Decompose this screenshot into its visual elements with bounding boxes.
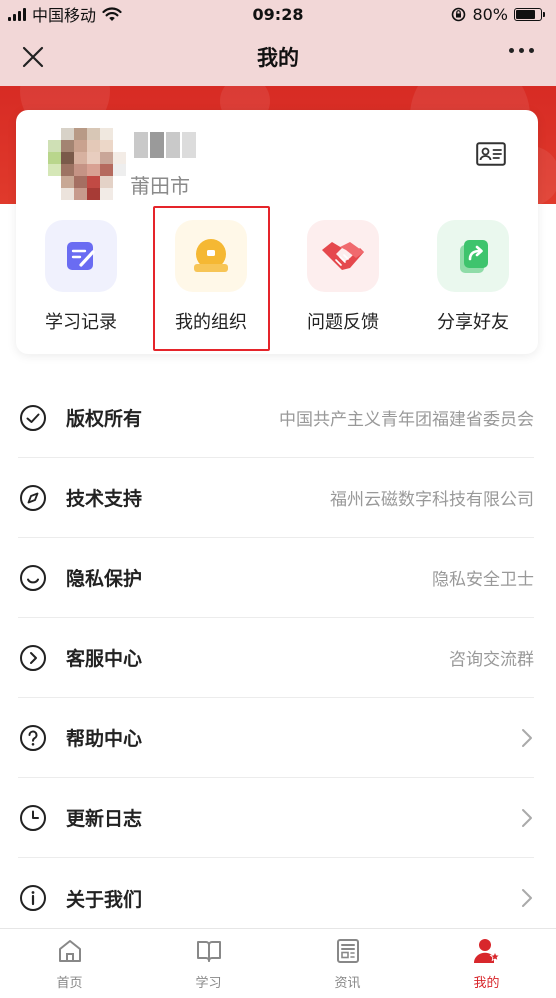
avatar[interactable] bbox=[48, 128, 126, 200]
wifi-icon bbox=[102, 6, 122, 21]
info-circle-icon bbox=[20, 885, 46, 911]
menu-label: 版权所有 bbox=[66, 408, 143, 430]
menu-value: 隐私安全卫士 bbox=[432, 570, 534, 590]
carrier-label: 中国移动 bbox=[32, 6, 97, 25]
book-icon bbox=[196, 941, 221, 962]
tab-me[interactable]: 我的 bbox=[417, 929, 556, 998]
menu-label: 隐私保护 bbox=[66, 568, 143, 590]
compass-icon bbox=[20, 484, 46, 511]
tab-label: 资讯 bbox=[334, 976, 361, 991]
menu-list: 版权所有 中国共产主义青年团福建省委员会 技术支持 福州云磁数字科技有限公司 隐… bbox=[0, 378, 556, 938]
tab-label: 我的 bbox=[473, 976, 500, 991]
share-icon bbox=[437, 220, 509, 292]
chevron-right-icon bbox=[522, 808, 532, 827]
check-circle-icon bbox=[20, 404, 46, 431]
menu-row-about-us[interactable]: 关于我们 bbox=[18, 858, 534, 938]
menu-label: 更新日志 bbox=[66, 808, 143, 830]
menu-label: 关于我们 bbox=[66, 888, 143, 911]
chevron-right-icon bbox=[522, 889, 532, 907]
tab-label: 首页 bbox=[56, 976, 83, 991]
status-bar: 中国移动 09:28 80% bbox=[0, 0, 556, 28]
arrow-circle-icon bbox=[20, 644, 46, 671]
home-icon bbox=[58, 940, 81, 962]
menu-value: 中国共产主义青年团福建省委员会 bbox=[279, 410, 534, 430]
quick-action-label: 我的组织 bbox=[175, 312, 247, 333]
id-card-icon[interactable] bbox=[476, 142, 506, 166]
edit-note-icon bbox=[45, 220, 117, 292]
signal-icon bbox=[8, 7, 26, 21]
menu-label: 客服中心 bbox=[66, 648, 143, 670]
close-icon[interactable] bbox=[18, 42, 48, 72]
tab-home[interactable]: 首页 bbox=[0, 929, 139, 998]
menu-row-changelog[interactable]: 更新日志 bbox=[18, 778, 534, 858]
menu-value: 咨询交流群 bbox=[449, 650, 534, 670]
battery-icon bbox=[514, 7, 545, 21]
orientation-lock-icon bbox=[452, 7, 466, 21]
user-name-redacted bbox=[134, 132, 196, 158]
page-title: 我的 bbox=[257, 46, 299, 70]
menu-label: 技术支持 bbox=[66, 488, 143, 510]
quick-action-my-organization[interactable]: 我的组织 bbox=[146, 220, 276, 334]
organization-icon bbox=[175, 220, 247, 292]
menu-row-copyright[interactable]: 版权所有 中国共产主义青年团福建省委员会 bbox=[18, 378, 534, 458]
tab-bar: 首页 学习 资讯 我的 bbox=[0, 928, 556, 998]
battery-label: 80% bbox=[472, 4, 508, 24]
tab-news[interactable]: 资讯 bbox=[278, 929, 417, 998]
tab-label: 学习 bbox=[195, 976, 222, 991]
help-circle-icon bbox=[20, 724, 46, 751]
quick-action-label: 学习记录 bbox=[45, 312, 117, 333]
quick-action-feedback[interactable]: 问题反馈 bbox=[278, 220, 408, 334]
handshake-icon bbox=[307, 220, 379, 292]
nav-bar: 我的 bbox=[0, 28, 556, 86]
quick-action-label: 分享好友 bbox=[437, 312, 509, 333]
profile-icon bbox=[473, 939, 500, 963]
menu-row-tech-support[interactable]: 技术支持 福州云磁数字科技有限公司 bbox=[18, 458, 534, 538]
menu-label: 帮助中心 bbox=[66, 728, 143, 750]
chevron-right-icon bbox=[522, 728, 532, 747]
menu-value: 福州云磁数字科技有限公司 bbox=[330, 490, 534, 510]
quick-action-share[interactable]: 分享好友 bbox=[408, 220, 538, 334]
menu-row-privacy[interactable]: 隐私保护 隐私安全卫士 bbox=[18, 538, 534, 618]
more-icon[interactable] bbox=[509, 48, 534, 53]
smile-icon bbox=[20, 564, 46, 591]
menu-row-customer-service[interactable]: 客服中心 咨询交流群 bbox=[18, 618, 534, 698]
quick-action-label: 问题反馈 bbox=[307, 312, 379, 333]
quick-action-study-record[interactable]: 学习记录 bbox=[16, 220, 146, 334]
news-icon bbox=[336, 939, 359, 963]
quick-actions: 学习记录 我的组织 问题反馈 分享好友 bbox=[16, 220, 538, 340]
user-city: 莆田市 bbox=[130, 174, 190, 198]
tab-study[interactable]: 学习 bbox=[139, 929, 278, 998]
profile-card: 莆田市 学习记录 我的组织 问题反馈 分享好友 bbox=[16, 110, 538, 354]
clock-icon bbox=[20, 804, 46, 831]
menu-row-help-center[interactable]: 帮助中心 bbox=[18, 698, 534, 778]
